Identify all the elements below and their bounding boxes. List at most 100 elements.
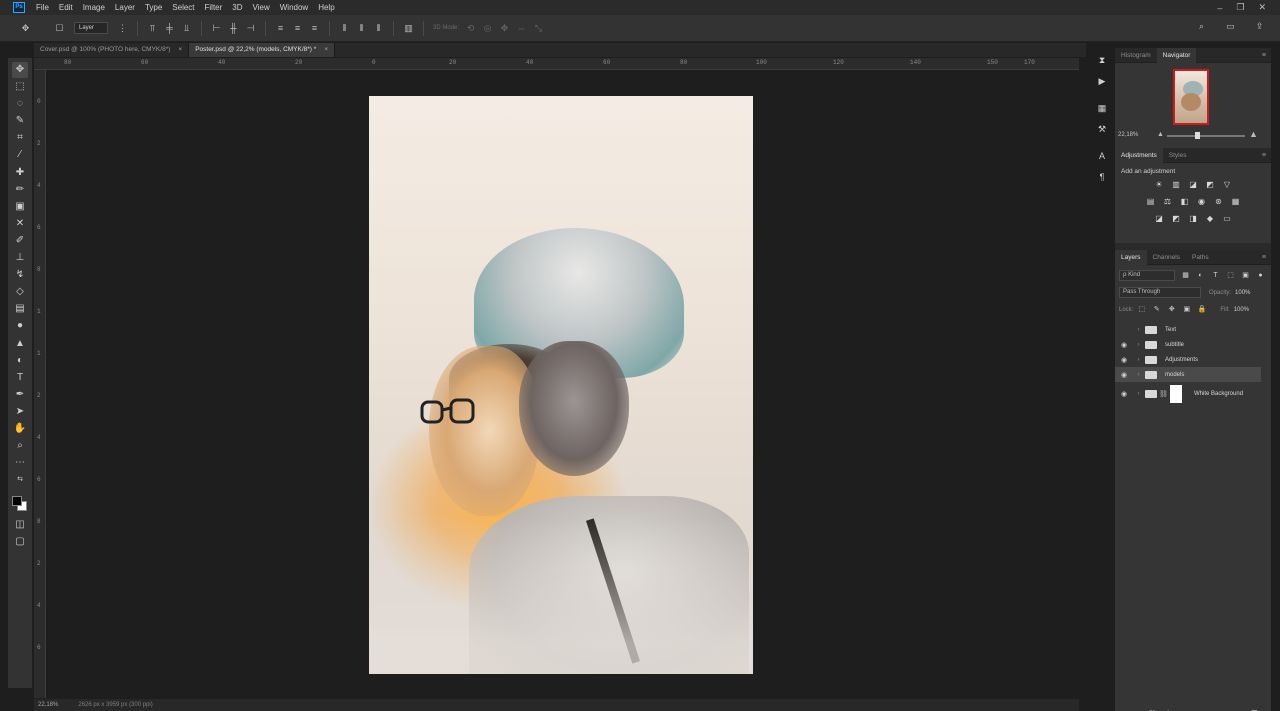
zoom-slider-handle[interactable] xyxy=(1195,132,1200,139)
auto-select-dropdown[interactable]: Layer xyxy=(74,22,108,34)
close-tab-icon[interactable]: × xyxy=(178,43,182,57)
gradient-tool-icon[interactable]: ▤ xyxy=(12,301,28,317)
quick-select-tool-icon[interactable]: ✎ xyxy=(12,113,28,129)
align-left-icon[interactable]: ⊢ xyxy=(211,23,222,34)
align-vcenter-icon[interactable]: ╪ xyxy=(164,23,175,34)
distribute-left-icon[interactable]: ⫴ xyxy=(339,23,350,34)
threshold-icon[interactable]: ◨ xyxy=(1188,214,1198,224)
color-swatches[interactable] xyxy=(11,495,29,513)
tab-paths[interactable]: Paths xyxy=(1186,250,1215,265)
levels-icon[interactable]: ▥ xyxy=(1171,180,1181,190)
layer-row-subtitle[interactable]: ◉ › subtitle xyxy=(1115,337,1261,352)
sharpen-tool-icon[interactable]: ▲ xyxy=(12,336,28,352)
patch-tool-icon[interactable]: ✕ xyxy=(12,216,28,232)
color-balance-icon[interactable]: ⚖ xyxy=(1163,197,1173,207)
foreground-color-swatch[interactable] xyxy=(12,496,22,507)
tool-presets-icon[interactable]: ⚒ xyxy=(1096,123,1108,135)
adjustment-filter-icon[interactable]: ◐ xyxy=(1196,271,1205,280)
restore-icon[interactable]: ❐ xyxy=(1236,2,1244,13)
dodge-tool-icon[interactable]: ◐ xyxy=(12,353,28,369)
layer-row-models[interactable]: ◉ › models xyxy=(1115,367,1261,382)
zoom-slider[interactable] xyxy=(1167,132,1245,139)
menu-help[interactable]: Help xyxy=(313,0,339,15)
layer-row-adjustments[interactable]: ◉ › Adjustments xyxy=(1115,352,1261,367)
workspace-icon[interactable]: ▭ xyxy=(1225,21,1236,32)
tab-adjustments[interactable]: Adjustments xyxy=(1115,147,1163,163)
lock-artboard-icon[interactable]: ▣ xyxy=(1182,305,1191,314)
filter-toggle-icon[interactable]: ● xyxy=(1256,271,1265,280)
align-top-icon[interactable]: ⫪ xyxy=(147,23,158,34)
more-tools-icon[interactable]: ⋯ xyxy=(12,455,28,471)
history-icon[interactable]: ⧗ xyxy=(1096,54,1108,66)
posterize-icon[interactable]: ◩ xyxy=(1171,214,1181,224)
gradient-map-icon[interactable]: ▭ xyxy=(1222,214,1232,224)
tab-histogram[interactable]: Histogram xyxy=(1115,48,1157,63)
move-tool-icon[interactable]: ✥ xyxy=(20,23,31,34)
distribute-top-icon[interactable]: ≡ xyxy=(275,23,286,34)
menu-type[interactable]: Type xyxy=(140,0,167,15)
menu-window[interactable]: Window xyxy=(275,0,313,15)
menu-filter[interactable]: Filter xyxy=(200,0,228,15)
chevron-right-icon[interactable]: › xyxy=(1134,372,1143,378)
poster-document[interactable] xyxy=(369,96,753,674)
color-lookup-icon[interactable]: ▦ xyxy=(1231,197,1241,207)
zoom-level[interactable]: 22,18% xyxy=(38,702,58,708)
selective-color-icon[interactable]: ◆ xyxy=(1205,214,1215,224)
search-icon[interactable]: ⌕ xyxy=(1196,21,1207,32)
align-hcenter-icon[interactable]: ╫ xyxy=(228,23,239,34)
zoom-out-icon[interactable]: ▲ xyxy=(1157,131,1164,138)
pixel-filter-icon[interactable]: ▦ xyxy=(1181,271,1190,280)
pen-tool-icon[interactable]: ✒ xyxy=(12,387,28,403)
menu-select[interactable]: Select xyxy=(167,0,199,15)
crop-tool-icon[interactable]: ⌗ xyxy=(12,130,28,146)
share-icon[interactable]: ⇪ xyxy=(1254,21,1265,32)
eyedropper-tool-icon[interactable]: ⁄ xyxy=(12,147,28,163)
chevron-right-icon[interactable]: › xyxy=(1134,357,1143,363)
menu-image[interactable]: Image xyxy=(78,0,110,15)
kind-filter-dropdown[interactable]: ρ Kind xyxy=(1119,270,1175,281)
shape-filter-icon[interactable]: ⬚ xyxy=(1226,271,1235,280)
swap-colors-icon[interactable]: ⇆ xyxy=(12,472,28,488)
tab-navigator[interactable]: Navigator xyxy=(1156,47,1197,63)
eye-icon[interactable]: ◉ xyxy=(1118,341,1130,349)
horizontal-ruler[interactable]: 80 60 40 20 0 20 40 60 80 100 120 140 15… xyxy=(34,58,1079,70)
marquee-tool-icon[interactable]: ⬚ xyxy=(12,79,28,95)
opacity-value[interactable]: 100% xyxy=(1235,290,1250,296)
tab-styles[interactable]: Styles xyxy=(1163,148,1193,163)
zoom-tool-icon[interactable]: ⌕ xyxy=(12,438,28,454)
panel-menu-icon[interactable]: ≡ xyxy=(1262,152,1266,159)
auto-select-checkbox-icon[interactable]: ☐ xyxy=(54,23,65,34)
close-tab-icon[interactable]: × xyxy=(324,43,328,57)
lock-transparent-icon[interactable]: ⬚ xyxy=(1137,305,1146,314)
screen-mode-icon[interactable]: ▢ xyxy=(12,534,28,550)
layer-mask-thumbnail[interactable] xyxy=(1170,385,1182,403)
chevron-right-icon[interactable]: › xyxy=(1134,342,1143,348)
clone-stamp-tool-icon[interactable]: ⊥ xyxy=(12,250,28,266)
navigator-zoom-value[interactable]: 22,18% xyxy=(1118,132,1138,138)
quick-mask-icon[interactable]: ◫ xyxy=(12,517,28,533)
vibrance-icon[interactable]: ▽ xyxy=(1222,180,1232,190)
3d-slide-icon[interactable]: ⇔ xyxy=(516,23,527,34)
close-icon[interactable]: ✕ xyxy=(1258,2,1266,13)
distribute-hcenter-icon[interactable]: ⫴ xyxy=(356,23,367,34)
black-white-icon[interactable]: ◧ xyxy=(1180,197,1190,207)
paragraph-icon[interactable]: ¶ xyxy=(1096,171,1108,183)
properties-icon[interactable]: ▦ xyxy=(1096,102,1108,114)
3d-roll-icon[interactable]: ◎ xyxy=(482,23,493,34)
lock-all-icon[interactable]: 🔒 xyxy=(1197,305,1206,314)
distribute-right-icon[interactable]: ⫴ xyxy=(373,23,384,34)
history-brush-tool-icon[interactable]: ↯ xyxy=(12,267,28,283)
character-icon[interactable]: A xyxy=(1096,150,1108,162)
vertical-ruler[interactable]: 0 2 4 6 8 1 1 2 4 6 8 2 4 6 xyxy=(34,70,46,698)
hand-tool-icon[interactable]: ✋ xyxy=(12,421,28,437)
curves-icon[interactable]: ◪ xyxy=(1188,180,1198,190)
layer-row-white-background[interactable]: ◉ › ⛓ White Background xyxy=(1115,383,1261,405)
blur-tool-icon[interactable]: ● xyxy=(12,318,28,334)
panel-menu-icon[interactable]: ≡ xyxy=(1262,52,1266,59)
menu-view[interactable]: View xyxy=(248,0,275,15)
3d-scale-icon[interactable]: ⤡ xyxy=(533,23,544,34)
eraser-tool-icon[interactable]: ◇ xyxy=(12,284,28,300)
type-tool-icon[interactable]: T xyxy=(12,370,28,386)
tab-channels[interactable]: Channels xyxy=(1147,250,1186,265)
zoom-in-icon[interactable]: ▲ xyxy=(1249,129,1258,139)
